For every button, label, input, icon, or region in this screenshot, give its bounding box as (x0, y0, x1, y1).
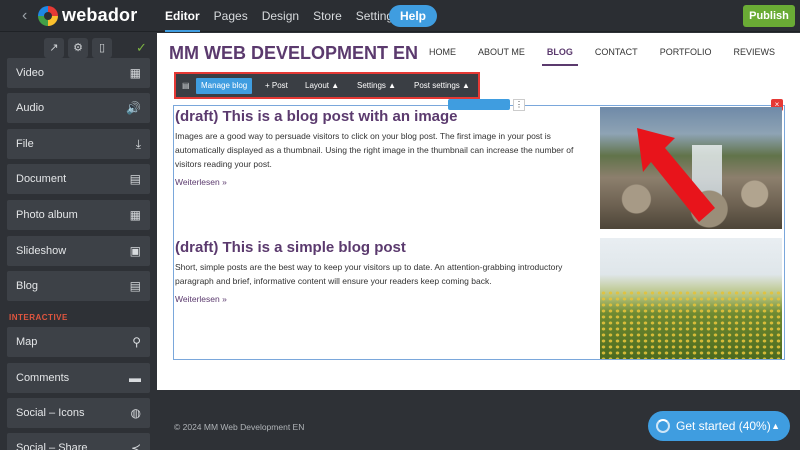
sidebar-item-label: Document (16, 173, 67, 185)
sidebar-item-comments[interactable]: Comments ▬ (7, 363, 150, 393)
blog-post-2: (draft) This is a simple blog post Short… (175, 239, 585, 304)
element-sidebar: ↗ ⚙ ▯ ✓ Video ▦ Audio 🔊 File ⤓ Document … (0, 33, 156, 450)
post-title[interactable]: (draft) This is a blog post with an imag… (175, 108, 585, 125)
flowers-pattern (600, 290, 782, 359)
nav-design[interactable]: Design (262, 0, 299, 32)
brand-name: webador (62, 5, 138, 25)
sidebar-item-map[interactable]: Map ⚲ (7, 327, 150, 357)
editor-root: ‹ webador Editor Pages Design Store Sett… (0, 0, 800, 450)
progress-ring-icon (656, 419, 670, 433)
site-footer: © 2024 MM Web Development EN Get started… (157, 390, 800, 450)
caret-up-icon: ▲ (462, 81, 470, 90)
nav-store[interactable]: Store (313, 0, 342, 32)
globe-icon: ◍ (130, 406, 141, 420)
sidebar-item-label: Social – Icons (16, 407, 85, 419)
site-nav-portfolio[interactable]: PORTFOLIO (660, 47, 712, 57)
blog-icon: ▤ (129, 279, 141, 293)
settings-button[interactable]: Settings ▲ (357, 78, 396, 94)
back-chevron-icon[interactable]: ‹ (22, 7, 27, 25)
post-excerpt: Images are a good way to persuade visito… (175, 131, 574, 169)
sidebar-item-social-icons[interactable]: Social – Icons ◍ (7, 398, 150, 428)
site-nav: HOME ABOUT ME BLOG CONTACT PORTFOLIO REV… (429, 47, 797, 66)
get-started-label: Get started (40%) (676, 419, 771, 433)
mobile-view-icon[interactable]: ▯ (92, 38, 112, 58)
settings-label: Settings (357, 81, 386, 90)
blog-toolbar: ▤ Manage blog + Post Layout ▲ Settings ▲… (174, 72, 480, 99)
gear-icon[interactable]: ⚙ (68, 38, 88, 58)
sidebar-item-document[interactable]: Document ▤ (7, 164, 150, 194)
sidebar-item-label: Video (16, 67, 44, 79)
share-icon: ≺ (130, 441, 141, 450)
sidebar-item-label: Audio (16, 102, 45, 114)
webador-logo-icon (38, 6, 58, 26)
sidebar-item-blog[interactable]: Blog ▤ (7, 271, 150, 301)
nav-pages[interactable]: Pages (214, 0, 248, 32)
sidebar-item-file[interactable]: File ⤓ (7, 129, 150, 159)
footer-copyright: © 2024 MM Web Development EN (174, 422, 305, 432)
download-icon: ⤓ (135, 137, 141, 151)
blog-document-icon[interactable]: ▤ (182, 78, 190, 94)
read-more-link[interactable]: Weiterlesen » (175, 177, 585, 187)
get-started-button[interactable]: Get started (40%) ▲ (648, 411, 790, 441)
annotation-arrow-icon (637, 128, 715, 222)
site-title[interactable]: MM WEB DEVELOPMENT EN (169, 43, 418, 64)
sidebar-item-label: File (16, 138, 34, 150)
grid-icon: ▦ (129, 208, 141, 222)
sidebar-item-photo-album[interactable]: Photo album ▦ (7, 200, 150, 230)
caret-up-icon: ▲ (771, 421, 780, 431)
sidebar-item-social-share[interactable]: Social – Share ≺ (7, 433, 150, 450)
site-preview: MM WEB DEVELOPMENT EN HOME ABOUT ME BLOG… (157, 33, 800, 390)
sidebar-item-label: Social – Share (16, 442, 88, 450)
publish-button[interactable]: Publish (743, 5, 795, 27)
external-link-icon[interactable]: ↗ (44, 38, 64, 58)
read-more-link[interactable]: Weiterlesen » (175, 294, 585, 304)
sidebar-item-label: Photo album (16, 209, 78, 221)
map-pin-icon: ⚲ (132, 335, 141, 349)
help-button[interactable]: Help (389, 5, 438, 27)
slideshow-icon: ▣ (129, 244, 141, 258)
sidebar-item-label: Slideshow (16, 245, 67, 257)
sidebar-item-label: Map (16, 336, 38, 348)
film-icon: ▦ (129, 66, 141, 80)
site-nav-contact[interactable]: CONTACT (595, 47, 638, 57)
sidebar-item-video[interactable]: Video ▦ (7, 58, 150, 88)
post-title[interactable]: (draft) This is a simple blog post (175, 239, 585, 256)
manage-blog-button[interactable]: Manage blog (196, 78, 253, 94)
nav-editor[interactable]: Editor (165, 0, 200, 32)
caret-up-icon: ▲ (331, 81, 340, 90)
add-post-button[interactable]: + Post (265, 78, 288, 94)
document-icon: ▤ (129, 172, 141, 186)
layout-label: Layout (305, 81, 330, 90)
section-interactive-heading: INTERACTIVE (9, 313, 68, 322)
site-nav-about-me[interactable]: ABOUT ME (478, 47, 525, 57)
editor-nav: Editor Pages Design Store Settings (165, 0, 413, 32)
top-bar: ‹ webador Editor Pages Design Store Sett… (0, 0, 800, 32)
sidebar-item-audio[interactable]: Audio 🔊 (7, 93, 150, 123)
layout-button[interactable]: Layout ▲ (305, 78, 339, 94)
sidebar-item-label: Blog (16, 280, 39, 292)
speaker-icon: 🔊 (126, 101, 141, 115)
caret-up-icon: ▲ (388, 81, 397, 90)
post-settings-label: Post settings (414, 81, 460, 90)
post-settings-button[interactable]: Post settings ▲ (414, 78, 470, 94)
blog-post-1: (draft) This is a blog post with an imag… (175, 108, 585, 187)
site-nav-reviews[interactable]: REVIEWS (734, 47, 776, 57)
site-nav-home[interactable]: HOME (429, 47, 456, 57)
site-nav-blog[interactable]: BLOG (541, 47, 578, 66)
sidebar-item-slideshow[interactable]: Slideshow ▣ (7, 236, 150, 266)
comment-icon: ▬ (129, 371, 141, 385)
sidebar-item-label: Comments (16, 372, 70, 384)
post-excerpt: Short, simple posts are the best way to … (175, 262, 563, 286)
checkmark-icon: ✓ (136, 40, 147, 55)
sunflower-field-thumbnail[interactable] (600, 238, 782, 359)
